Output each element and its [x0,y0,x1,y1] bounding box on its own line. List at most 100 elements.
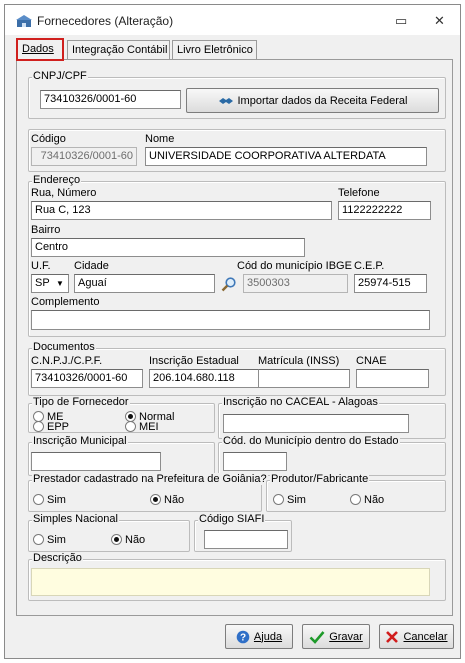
prestador-goiania-legend: Prestador cadastrado na Prefeitura de Go… [32,473,268,485]
codigo-label: Código [31,133,66,145]
cod-municipio-estado-input[interactable] [223,452,287,471]
produtor-fabricante-legend: Produtor/Fabricante [270,473,370,485]
documentos-legend: Documentos [32,341,96,353]
minimize-icon[interactable]: ▭ [395,13,407,29]
complemento-label: Complemento [31,296,100,308]
cidade-input[interactable]: Aguaí [74,274,215,293]
tab-integracao-contabil[interactable]: Integração Contábil [67,40,170,60]
insc-municipal-group: Inscrição Municipal [28,435,215,476]
rua-input[interactable]: Rua C, 123 [31,201,332,220]
caceal-legend: Inscrição no CACEAL - Alagoas [222,396,379,408]
radio-goiania-sim-dot [33,494,44,505]
simples-nacional-group: Simples Nacional Sim Não [28,513,190,552]
cod-municipio-estado-legend: Cód. do Município dentro do Estado [222,435,400,447]
radio-goiania-sim[interactable]: Sim [33,494,66,506]
tab-integracao-label: Integração Contábil [72,44,168,56]
cnae-input[interactable] [356,369,429,388]
cancelar-label: Cancelar [403,630,448,643]
tab-livro-label: Livro Eletrônico [177,44,253,56]
siafi-input[interactable] [204,530,288,549]
caceal-group: Inscrição no CACEAL - Alagoas [218,396,446,439]
gravar-label: Gravar [329,630,363,643]
radio-epp-dot [33,421,44,432]
documentos-group: Documentos C.N.P.J./C.P.F. 73410326/0001… [28,341,446,396]
endereco-group: Endereço Rua, Número Rua C, 123 Telefone… [28,174,446,337]
tipo-fornecedor-group: Tipo de Fornecedor ME EPP Normal MEI [28,396,215,433]
descricao-legend: Descrição [32,552,83,564]
cidade-label: Cidade [74,260,109,272]
simples-nacional-legend: Simples Nacional [32,513,119,525]
help-icon: ? [236,630,250,643]
fornecedores-window: Fornecedores (Alteração) ▭ ✕ Dados Integ… [4,4,461,659]
descricao-textarea[interactable] [31,568,430,596]
radio-simples-nao-label: Não [125,534,146,546]
complemento-input[interactable] [31,310,430,330]
search-icon[interactable] [221,276,237,292]
bairro-label: Bairro [31,224,61,236]
radio-produtor-nao-dot [350,494,361,505]
telefone-input[interactable]: 1122222222 [338,201,431,220]
tab-dados[interactable]: Dados [16,38,64,61]
cnpj-input[interactable]: 73410326/0001-60 [40,90,181,109]
import-receita-label: Importar dados da Receita Federal [237,94,408,107]
cod-municipio-estado-group: Cód. do Município dentro do Estado [218,435,446,476]
tab-dados-label: Dados [22,43,54,55]
radio-mei-dot [125,421,136,432]
radio-produtor-sim-label: Sim [287,494,306,506]
radio-produtor-nao[interactable]: Não [350,494,384,506]
cnpj-group: CNPJ/CPF 73410326/0001-60 Importar dados… [28,70,446,119]
uf-select[interactable]: SP ▼ [31,274,69,293]
ajuda-button[interactable]: ? Ajuda [225,624,293,649]
chevron-down-icon: ▼ [56,279,64,288]
cnae-label: CNAE [356,355,387,367]
identificacao-group: Código 73410326/0001-60 Nome UNIVERSIDAD… [28,129,446,172]
radio-simples-nao-dot [111,534,122,545]
radio-epp[interactable]: EPP [33,421,69,433]
radio-produtor-sim[interactable]: Sim [273,494,306,506]
radio-goiania-nao-dot [150,494,161,505]
doc-cnpj-label: C.N.P.J./C.P.F. [31,355,103,367]
ibge-label: Cód do município IBGE [237,260,352,272]
radio-mei-label: MEI [139,421,159,433]
insc-municipal-legend: Inscrição Municipal [32,435,128,447]
checkmark-icon [309,630,325,644]
title-bar: Fornecedores (Alteração) ▭ ✕ [5,5,460,35]
radio-goiania-nao[interactable]: Não [150,494,184,506]
gravar-button[interactable]: Gravar [302,624,370,649]
nome-label: Nome [145,133,175,145]
descricao-group: Descrição [28,552,446,601]
tipo-fornecedor-legend: Tipo de Fornecedor [32,396,130,408]
dados-panel: CNPJ/CPF 73410326/0001-60 Importar dados… [16,59,453,616]
telefone-label: Telefone [338,187,380,199]
radio-simples-nao[interactable]: Não [111,534,145,546]
cep-input[interactable]: 25974-515 [354,274,427,293]
uf-label: U.F. [31,260,51,272]
import-receita-button[interactable]: Importar dados da Receita Federal [186,88,439,113]
handshake-icon [218,97,233,104]
endereco-legend: Endereço [32,174,82,186]
siafi-legend: Código SIAFI [198,513,266,525]
supplier-app-icon [16,15,32,27]
bairro-input[interactable]: Centro [31,238,305,257]
cancelar-button[interactable]: Cancelar [379,624,454,649]
matricula-input[interactable] [258,369,350,388]
matricula-label: Matrícula (INSS) [258,355,340,367]
insc-municipal-input[interactable] [31,452,161,471]
radio-produtor-nao-label: Não [364,494,385,506]
cnpj-legend: CNPJ/CPF [32,70,88,82]
codigo-input: 73410326/0001-60 [31,147,137,166]
svg-text:?: ? [240,632,246,643]
radio-produtor-sim-dot [273,494,284,505]
radio-simples-sim[interactable]: Sim [33,534,66,546]
nome-input[interactable]: UNIVERSIDADE COORPORATIVA ALTERDATA [145,147,427,166]
close-icon[interactable]: ✕ [434,13,445,29]
ie-input[interactable]: 206.104.680.118 [149,369,261,388]
radio-mei[interactable]: MEI [125,421,159,433]
radio-goiania-sim-label: Sim [47,494,66,506]
prestador-goiania-group: Prestador cadastrado na Prefeitura de Go… [28,473,268,512]
tab-livro-eletronico[interactable]: Livro Eletrônico [172,40,257,60]
doc-cnpj-input[interactable]: 73410326/0001-60 [31,369,143,388]
cep-label: C.E.P. [354,260,385,272]
caceal-input[interactable] [223,414,409,433]
radio-simples-sim-dot [33,534,44,545]
